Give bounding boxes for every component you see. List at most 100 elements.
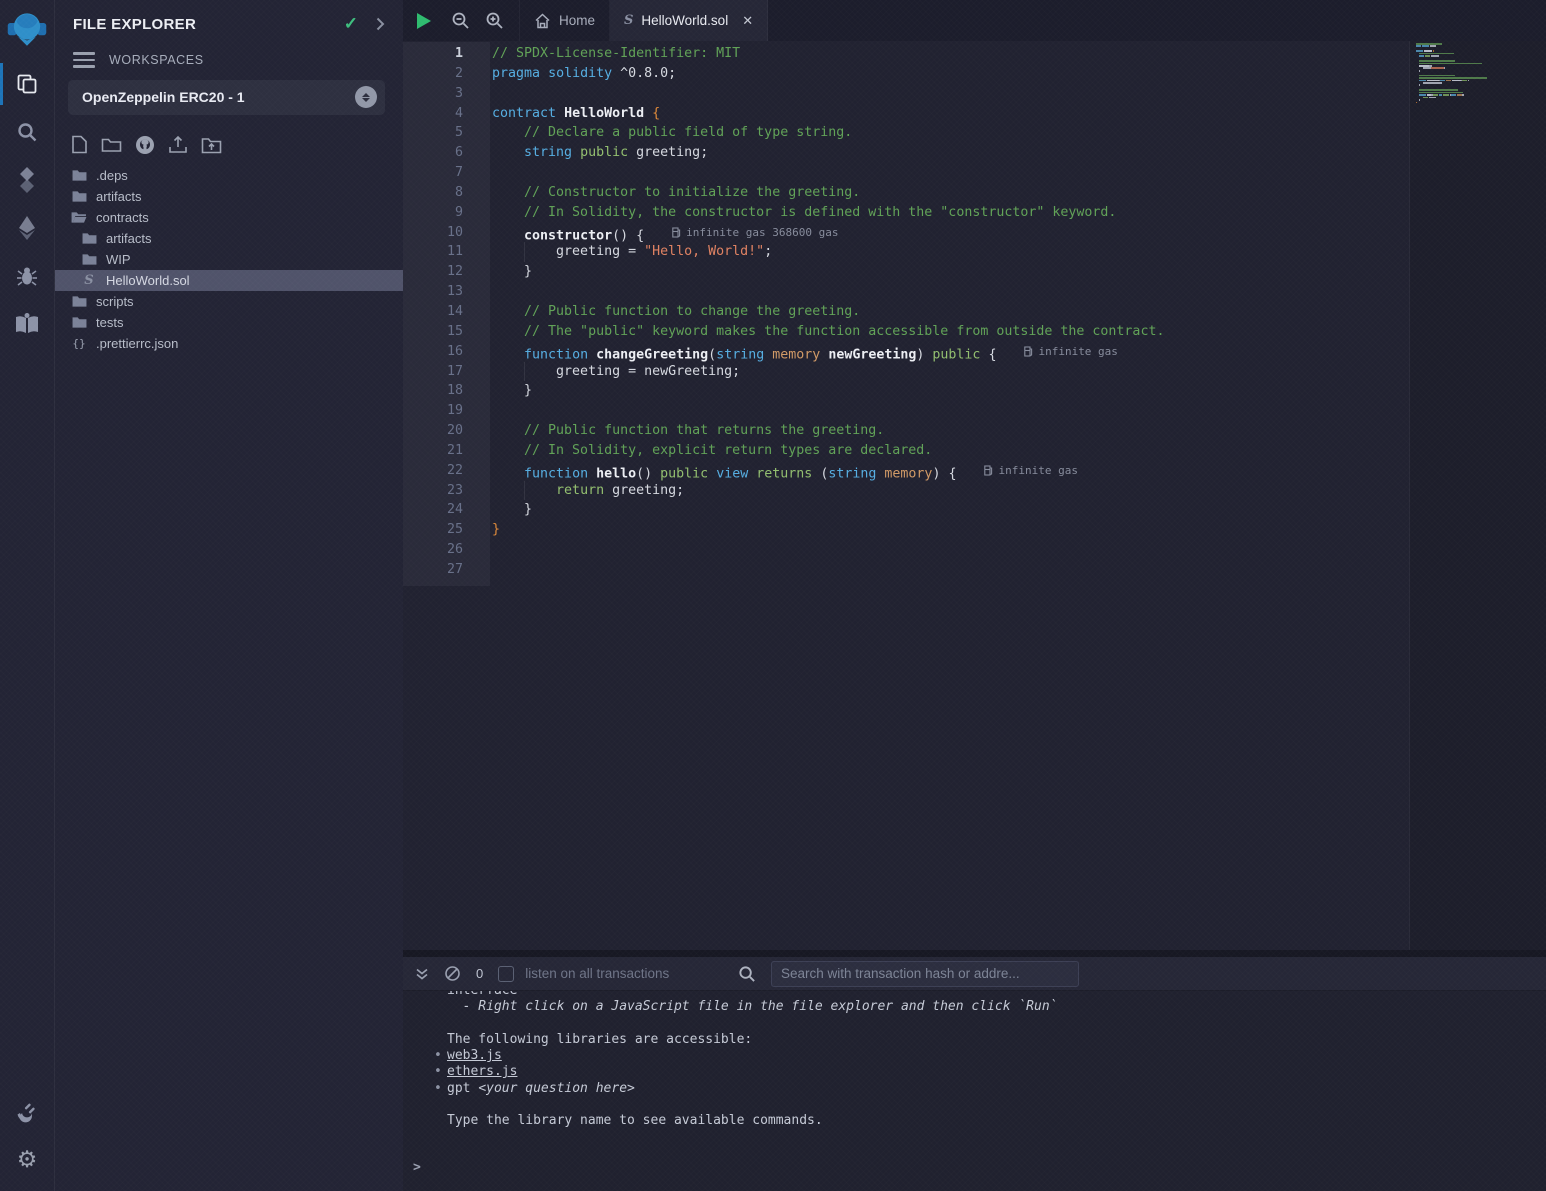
code-line-5[interactable]: // Declare a public field of type string… (490, 123, 1409, 143)
rail-settings-icon[interactable]: ⚙ (0, 1135, 55, 1183)
zoom-in-icon[interactable] (477, 0, 511, 41)
code-line-11[interactable]: greeting = "Hello, World!"; (490, 242, 1409, 262)
tree-item-artifacts[interactable]: artifacts (55, 186, 403, 207)
new-folder-icon[interactable] (101, 136, 122, 153)
line-number: 1 (403, 44, 490, 64)
line-number: 24 (403, 500, 490, 520)
terminal-link[interactable]: web3.js (447, 1048, 502, 1063)
tree-item-wip[interactable]: WIP (55, 249, 403, 270)
code-line-4[interactable]: contract HelloWorld { (490, 104, 1409, 124)
run-script-button[interactable] (403, 0, 443, 41)
tab-home[interactable]: Home (519, 0, 610, 41)
tree-item-scripts[interactable]: scripts (55, 291, 403, 312)
terminal-line: ethers.js (447, 1064, 1536, 1080)
code-line-10[interactable]: constructor() {infinite gas 368600 gas (490, 223, 1409, 243)
code-line-13[interactable] (490, 282, 1409, 302)
code-line-24[interactable]: } (490, 500, 1409, 520)
code-line-16[interactable]: function changeGreeting(string memory ne… (490, 342, 1409, 362)
editor-gutter: 1234567891011121314151617181920212223242… (403, 41, 490, 950)
terminal-search-icon (738, 965, 756, 983)
terminal-prompt[interactable]: > (413, 1160, 1536, 1175)
file-explorer-panel: FILE EXPLORER ✓ WORKSPACES OpenZeppelin … (55, 0, 403, 1191)
editor-minimap[interactable] (1416, 43, 1532, 109)
code-line-8[interactable]: // Constructor to initialize the greetin… (490, 183, 1409, 203)
folder-icon (71, 211, 87, 224)
rail-file-explorer-icon[interactable] (0, 60, 55, 108)
line-number: 3 (403, 84, 490, 104)
upload-folder-icon[interactable] (201, 136, 222, 154)
workspace-switch-icon[interactable] (355, 86, 377, 108)
code-line-15[interactable]: // The "public" keyword makes the functi… (490, 322, 1409, 342)
code-line-22[interactable]: function hello() public view returns (st… (490, 461, 1409, 481)
code-line-7[interactable] (490, 163, 1409, 183)
gas-estimate-annotation: infinite gas 368600 gas (672, 223, 838, 243)
terminal-line (447, 1097, 1536, 1113)
zoom-out-icon[interactable] (443, 0, 477, 41)
code-line-1[interactable]: // SPDX-License-Identifier: MIT (490, 44, 1409, 64)
terminal-clear-icon[interactable] (444, 965, 461, 982)
code-line-14[interactable]: // Public function to change the greetin… (490, 302, 1409, 322)
terminal-toolbar: 0 listen on all transactions (403, 957, 1546, 991)
folder-icon (71, 295, 87, 308)
terminal-resize-handle[interactable] (403, 950, 1546, 957)
line-number: 2 (403, 64, 490, 84)
editor-code-area[interactable]: // SPDX-License-Identifier: MITpragma so… (490, 41, 1410, 950)
code-line-19[interactable] (490, 401, 1409, 421)
tree-item-artifacts[interactable]: artifacts (55, 228, 403, 249)
tree-item-helloworld-sol[interactable]: SHelloWorld.sol (55, 270, 403, 291)
remix-logo-icon[interactable] (0, 0, 55, 60)
code-editor[interactable]: 1234567891011121314151617181920212223242… (403, 41, 1546, 950)
code-line-26[interactable] (490, 540, 1409, 560)
code-line-23[interactable]: return greeting; (490, 481, 1409, 501)
code-line-12[interactable]: } (490, 262, 1409, 282)
rail-learneth-icon[interactable] (0, 300, 55, 348)
chevron-right-icon[interactable] (376, 17, 385, 31)
rail-search-icon[interactable] (0, 108, 55, 156)
tree-item-contracts[interactable]: contracts (55, 207, 403, 228)
line-number: 4 (403, 104, 490, 124)
tab-helloworld-sol[interactable]: S HelloWorld.sol ✕ (610, 0, 768, 41)
terminal-expand-icon[interactable] (415, 967, 429, 981)
rail-plugin-manager-icon[interactable] (0, 1087, 55, 1135)
tab-file-label: HelloWorld.sol (641, 13, 728, 28)
folder-icon (81, 253, 97, 266)
code-line-2[interactable]: pragma solidity ^0.8.0; (490, 64, 1409, 84)
editor-tabbar: Home S HelloWorld.sol ✕ (403, 0, 1546, 41)
code-line-20[interactable]: // Public function that returns the gree… (490, 421, 1409, 441)
line-number: 26 (403, 540, 490, 560)
terminal-line: The following libraries are accessible: (447, 1032, 1536, 1048)
tree-item--deps[interactable]: .deps (55, 165, 403, 186)
code-line-18[interactable]: } (490, 381, 1409, 401)
tree-item-tests[interactable]: tests (55, 312, 403, 333)
new-file-icon[interactable] (71, 135, 88, 154)
code-line-3[interactable] (490, 84, 1409, 104)
terminal-line: interface (447, 991, 1536, 999)
terminal-link[interactable]: ethers.js (447, 1064, 517, 1079)
tree-item--prettierrc-json[interactable]: {}.prettierrc.json (55, 333, 403, 354)
rail-debugger-icon[interactable] (0, 252, 55, 300)
github-icon[interactable] (135, 135, 155, 155)
listen-transactions-checkbox[interactable] (498, 966, 514, 982)
code-line-25[interactable]: } (490, 520, 1409, 540)
workspace-menu-icon[interactable] (73, 52, 95, 68)
code-line-27[interactable] (490, 560, 1409, 580)
code-line-6[interactable]: string public greeting; (490, 143, 1409, 163)
line-number: 6 (403, 143, 490, 163)
upload-file-icon[interactable] (168, 135, 188, 154)
code-line-17[interactable]: greeting = newGreeting; (490, 362, 1409, 382)
rail-deploy-run-icon[interactable] (0, 204, 55, 252)
folder-icon (71, 169, 87, 182)
terminal-output[interactable]: interface - Right click on a JavaScript … (403, 991, 1546, 1191)
terminal-line: Type the library name to see available c… (447, 1113, 1536, 1129)
panel-title: FILE EXPLORER (73, 16, 196, 33)
code-line-9[interactable]: // In Solidity, the constructor is defin… (490, 203, 1409, 223)
tab-close-icon[interactable]: ✕ (742, 13, 753, 29)
rail-solidity-compiler-icon[interactable] (0, 156, 55, 204)
check-icon[interactable]: ✓ (344, 14, 358, 34)
workspace-select[interactable]: OpenZeppelin ERC20 - 1 (68, 80, 385, 115)
terminal-search-input[interactable] (771, 961, 1079, 987)
editor-right-strip (1410, 41, 1546, 950)
line-number: 14 (403, 302, 490, 322)
code-line-21[interactable]: // In Solidity, explicit return types ar… (490, 441, 1409, 461)
line-number: 11 (403, 242, 490, 262)
